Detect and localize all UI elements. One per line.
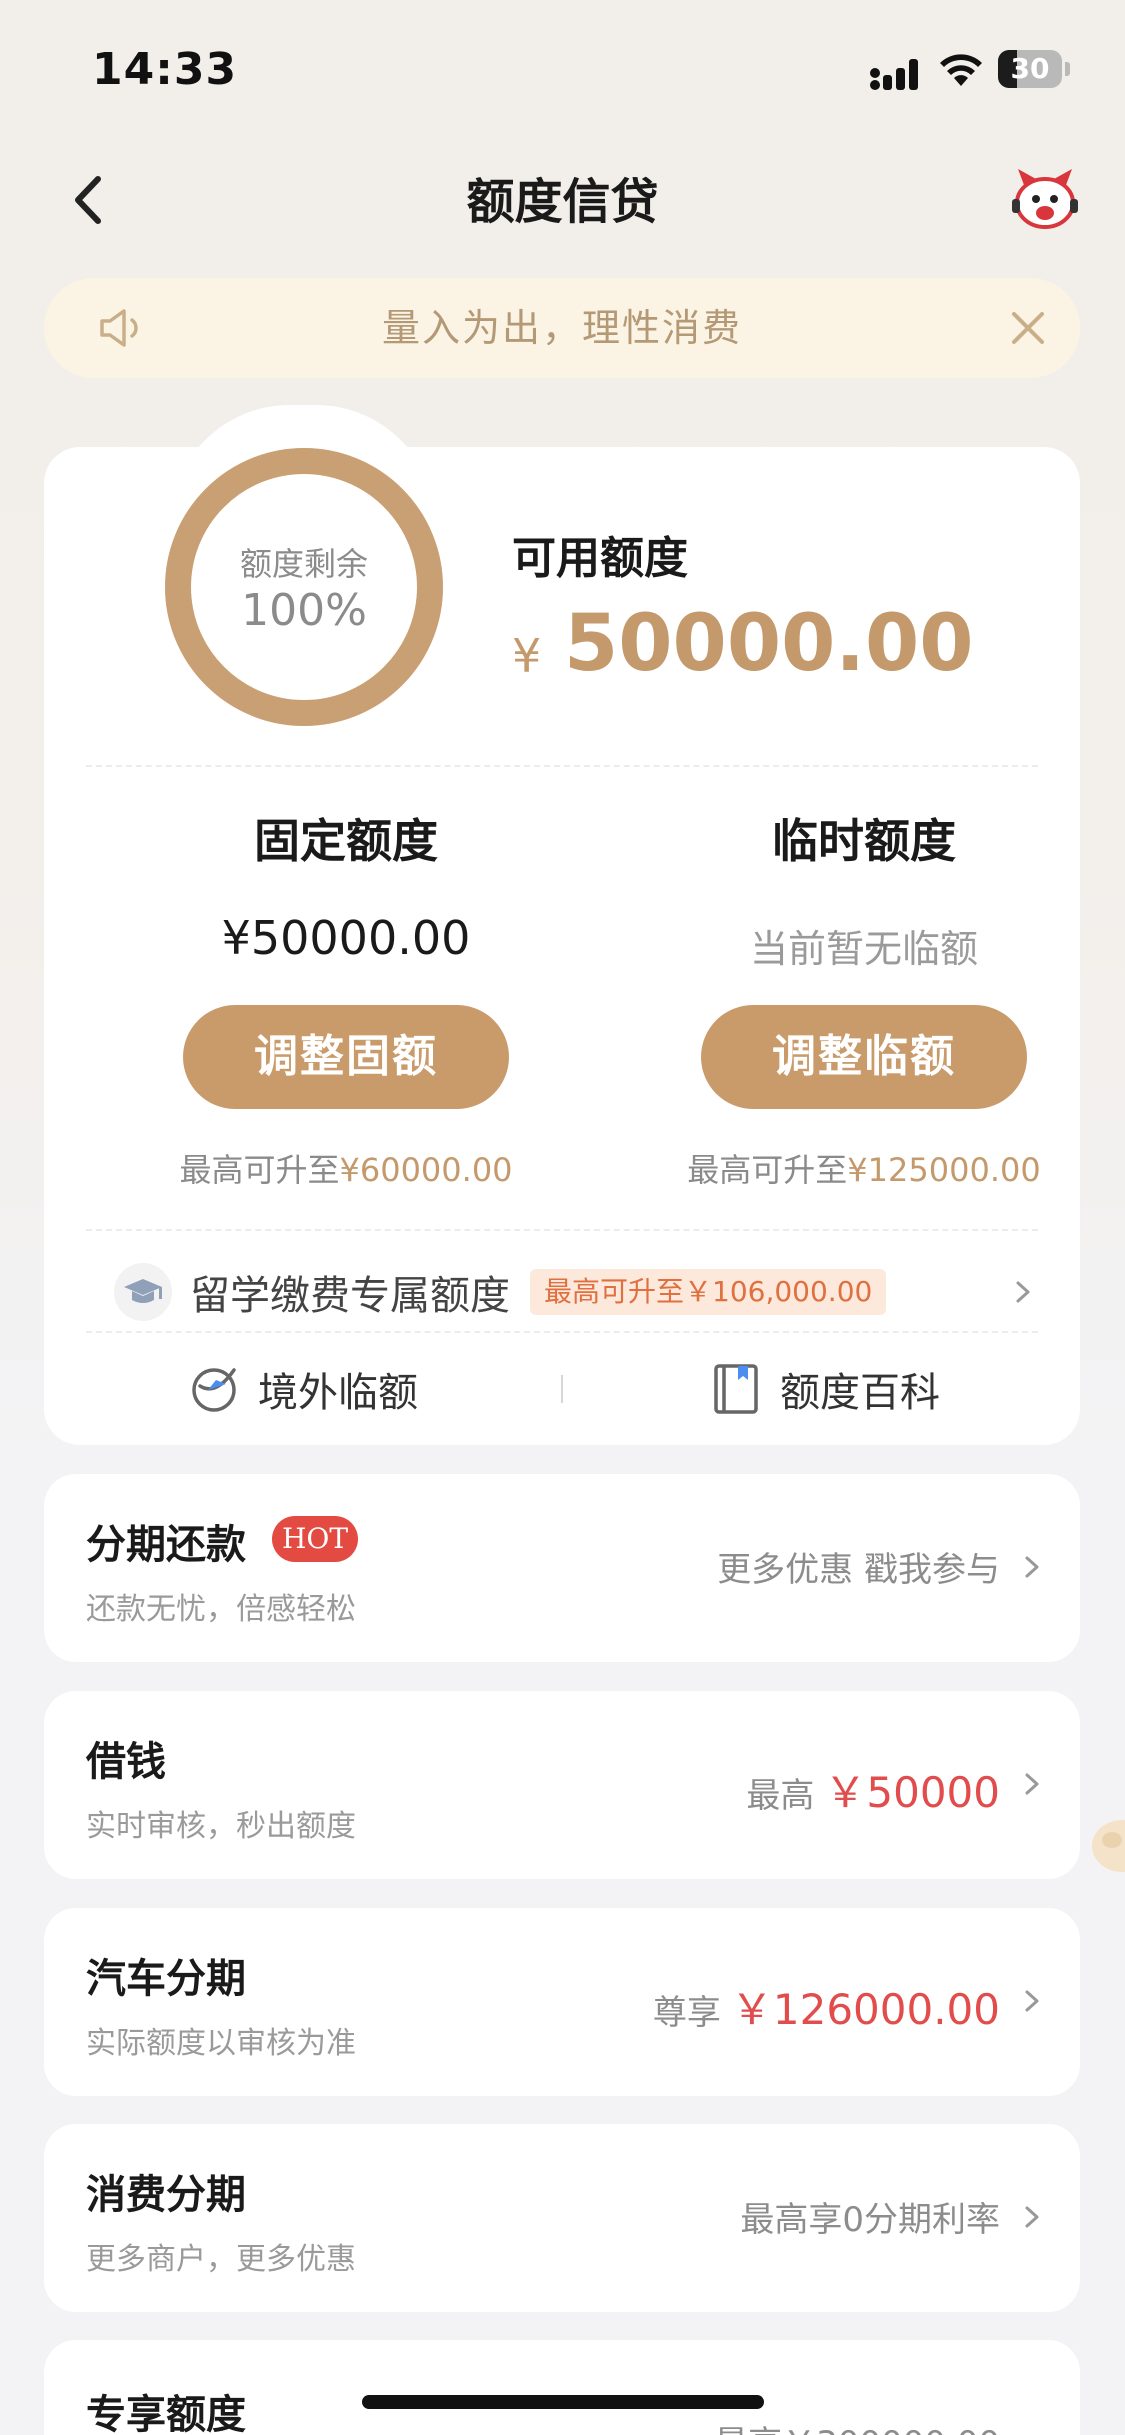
battery-icon: 30 xyxy=(998,50,1070,88)
notice-bar: 量入为出，理性消费 xyxy=(44,278,1080,378)
temporary-hint-prefix: 最高可升至 xyxy=(687,1151,848,1189)
remaining-ring: 额度剩余 100% xyxy=(164,447,444,727)
list-item-title: 汽车分期 xyxy=(86,1956,246,2002)
list-item-car-installment[interactable]: 汽车分期 实际额度以审核为准 尊享 ￥126000.00 xyxy=(44,1908,1080,2096)
notice-text: 量入为出，理性消费 xyxy=(381,306,742,350)
divider xyxy=(86,765,1038,767)
fixed-hint-prefix: 最高可升至 xyxy=(179,1151,340,1189)
quota-encyclopedia-link[interactable]: 额度百科 xyxy=(708,1352,1008,1422)
right-text: 尊享 xyxy=(652,1993,721,2033)
ring-label: 额度剩余 xyxy=(239,545,368,583)
list-item-right-text: 最高￥300000.00 xyxy=(714,2416,1000,2435)
right-text: 更多优惠 戳我参与 xyxy=(717,1550,1000,1590)
right-amount: ￥126000.00 xyxy=(730,1985,1000,2034)
mascot-icon[interactable] xyxy=(1010,165,1080,231)
available-currency: ¥ xyxy=(512,629,542,683)
temporary-quota-title: 临时额度 xyxy=(772,814,956,868)
list-item-consumer-installment[interactable]: 消费分期 更多商户，更多优惠 最高享0分期利率 xyxy=(44,2124,1080,2312)
list-item-borrow[interactable]: 借钱 实时审核，秒出额度 最高 ￥50000 xyxy=(44,1691,1080,1879)
list-item-right-text: 更多优惠 戳我参与 xyxy=(717,1542,1000,1591)
plane-globe-icon xyxy=(192,1368,236,1412)
status-bar: 14:33 30 xyxy=(0,0,1125,140)
status-time: 14:33 xyxy=(92,44,238,95)
right-text: 最高￥300000.00 xyxy=(714,2424,1000,2435)
quota-encyclopedia-label: 额度百科 xyxy=(780,1370,940,1416)
list-item-title: 借钱 xyxy=(86,1739,166,1785)
list-item-right-text: 最高 ￥50000 xyxy=(746,1759,1000,1820)
chevron-right-icon xyxy=(1025,1556,1039,1578)
divider xyxy=(86,1331,1038,1333)
list-item-title: 专享额度 xyxy=(86,2392,246,2435)
graduation-cap-icon xyxy=(114,1263,172,1321)
study-abroad-quota-row[interactable]: 留学缴费专属额度 最高可升至￥106,000.00 xyxy=(44,1247,1080,1335)
right-text: 最高 xyxy=(746,1776,815,1816)
available-label: 可用额度 xyxy=(512,533,688,584)
list-item-installment-repayment[interactable]: 分期还款 HOT 还款无忧，倍感轻松 更多优惠 戳我参与 xyxy=(44,1474,1080,1662)
temporary-hint: 最高可升至¥125000.00 xyxy=(654,1145,1074,1191)
adjust-temporary-button[interactable]: 调整临额 xyxy=(701,1005,1027,1109)
available-amount: 50000.00 xyxy=(564,599,974,689)
quota-card: 额度剩余 100% 可用额度 ¥ 50000.00 固定额度 ¥50000.00… xyxy=(44,447,1080,1445)
fixed-quota-value: ¥50000.00 xyxy=(221,911,471,965)
study-abroad-badge: 最高可升至￥106,000.00 xyxy=(530,1269,887,1315)
chevron-right-icon xyxy=(1025,2206,1039,2228)
list-item-subtitle: 还款无忧，倍感轻松 xyxy=(86,1592,356,1627)
chevron-right-icon xyxy=(1025,1990,1039,2012)
divider xyxy=(86,1229,1038,1231)
temporary-quota-value: 当前暂无临额 xyxy=(749,927,978,971)
chevron-right-icon xyxy=(1025,1773,1039,1795)
list-item-subtitle: 更多商户，更多优惠 xyxy=(86,2242,356,2277)
hot-badge: HOT xyxy=(272,1516,358,1562)
list-item-title: 消费分期 xyxy=(86,2172,246,2218)
fixed-quota-title: 固定额度 xyxy=(254,814,438,868)
list-item-right-text: 尊享 ￥126000.00 xyxy=(653,1976,1000,2037)
temporary-hint-amount: ¥125000.00 xyxy=(847,1151,1041,1189)
signal-icon xyxy=(870,59,918,90)
link-separator xyxy=(561,1375,563,1403)
list-item-right-text: 最高享0分期利率 xyxy=(740,2192,1000,2241)
list-item-title: 分期还款 xyxy=(86,1522,246,1568)
list-item-subtitle: 实时审核，秒出额度 xyxy=(86,1809,356,1844)
overseas-temp-quota-link[interactable]: 境外临额 xyxy=(186,1352,486,1422)
wifi-icon xyxy=(940,54,982,86)
page-title: 额度信贷 xyxy=(466,174,659,230)
overseas-temp-quota-label: 境外临额 xyxy=(258,1370,418,1416)
chevron-right-icon xyxy=(1016,1281,1030,1303)
study-abroad-label: 留学缴费专属额度 xyxy=(190,1273,510,1319)
right-amount: ￥50000 xyxy=(824,1768,1000,1817)
adjust-fixed-button[interactable]: 调整固额 xyxy=(183,1005,509,1109)
ring-percent: 100% xyxy=(241,585,367,636)
fixed-hint: 最高可升至¥60000.00 xyxy=(136,1145,556,1191)
battery-level: 30 xyxy=(1010,52,1050,85)
list-item-exclusive-quota[interactable]: 专享额度 最高￥300000.00 xyxy=(44,2340,1080,2435)
book-icon xyxy=(714,1364,758,1414)
close-icon[interactable] xyxy=(1006,306,1050,350)
fixed-hint-amount: ¥60000.00 xyxy=(339,1151,513,1189)
right-text: 最高享0分期利率 xyxy=(740,2200,1000,2240)
floating-mascot-icon[interactable] xyxy=(1082,1800,1125,1880)
home-indicator xyxy=(362,2395,764,2409)
list-item-subtitle: 实际额度以审核为准 xyxy=(86,2026,356,2061)
